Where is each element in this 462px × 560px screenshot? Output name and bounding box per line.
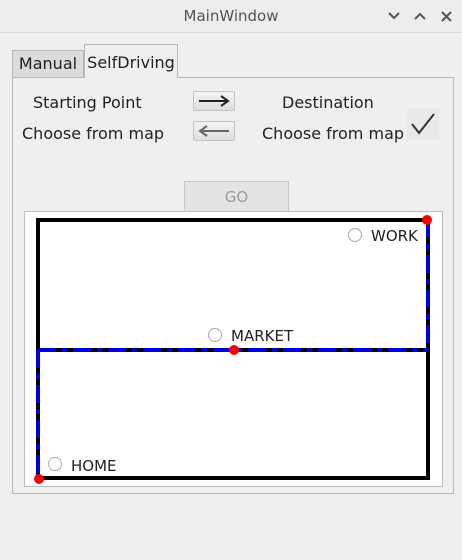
minimize-icon[interactable]: [384, 6, 404, 26]
market-label: MARKET: [231, 327, 294, 345]
maximize-icon[interactable]: [410, 6, 430, 26]
work-label: WORK: [371, 227, 419, 245]
map-canvas[interactable]: WORK MARKET HOME: [24, 211, 443, 487]
checkmark-icon: [411, 113, 435, 135]
main-window: MainWindow Manual SelfDriving Starting P…: [0, 0, 462, 560]
tab-manual[interactable]: Manual: [12, 50, 84, 77]
work-radio[interactable]: [348, 228, 362, 242]
confirm-button[interactable]: [407, 108, 439, 140]
go-button[interactable]: GO: [184, 181, 289, 211]
destination-label: Destination: [282, 93, 374, 112]
market-marker: [229, 345, 239, 355]
home-radio[interactable]: [48, 457, 62, 471]
title-bar: MainWindow: [0, 0, 462, 33]
home-marker: [34, 474, 44, 484]
tab-selfdriving[interactable]: SelfDriving: [84, 44, 178, 78]
work-marker: [422, 215, 432, 225]
arrow-left-icon: [198, 125, 229, 137]
starting-point-hint: Choose from map: [22, 124, 165, 143]
destination-hint: Choose from map: [262, 124, 405, 143]
close-icon[interactable]: [436, 6, 456, 26]
arrow-right-icon: [199, 95, 230, 107]
market-radio[interactable]: [208, 328, 222, 342]
home-label: HOME: [71, 457, 117, 475]
set-start-button[interactable]: [193, 91, 235, 111]
starting-point-label: Starting Point: [33, 93, 142, 112]
set-destination-button[interactable]: [193, 121, 235, 141]
